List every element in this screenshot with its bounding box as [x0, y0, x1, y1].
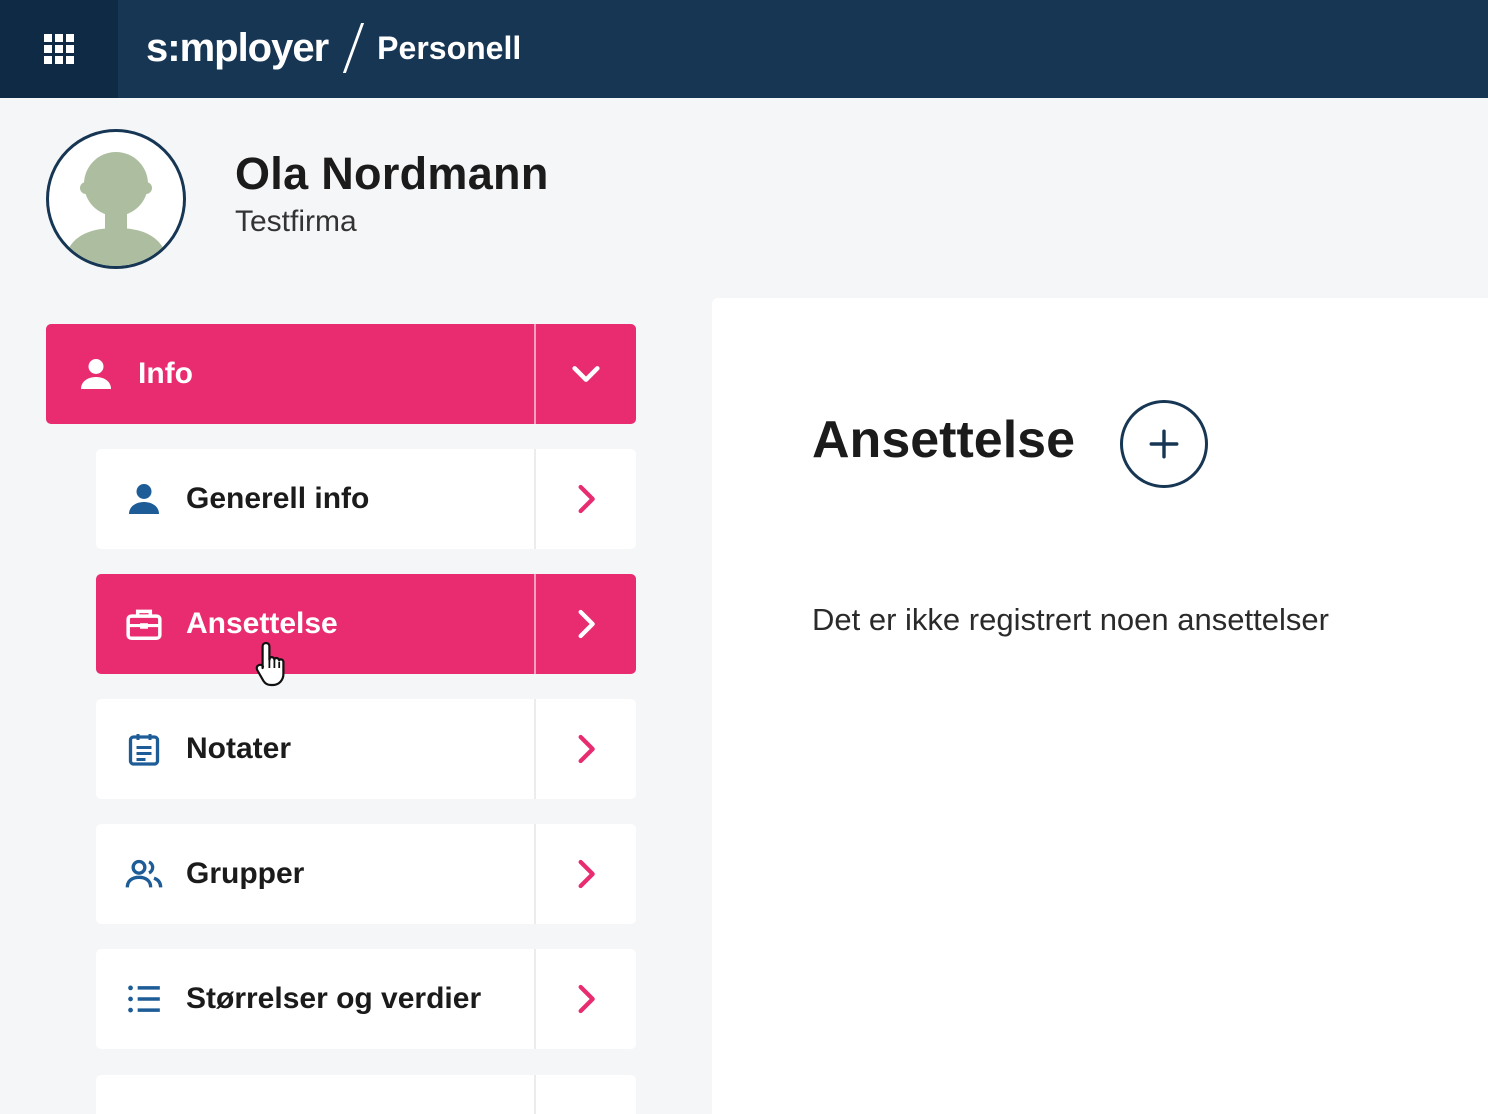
notes-icon	[124, 729, 164, 769]
brand: s:mployer Personell	[146, 18, 521, 78]
module-title[interactable]: Personell	[377, 30, 521, 67]
menu-item-notater[interactable]: Notater	[96, 699, 636, 799]
chevron-right-icon	[578, 859, 595, 889]
plus-icon	[1149, 429, 1179, 459]
empty-state-message: Det er ikke registrert noen ansettelser	[812, 602, 1329, 637]
menu-item-label: Størrelser og verdier	[186, 982, 482, 1015]
menu-item-grupper[interactable]: Grupper	[96, 824, 636, 924]
avatar	[46, 129, 186, 269]
person-placeholder-icon	[63, 152, 169, 266]
add-employment-button[interactable]	[1120, 400, 1208, 488]
menu-item-arrow[interactable]	[534, 949, 636, 1049]
menu-item-next[interactable]	[96, 1075, 636, 1114]
menu-item-arrow[interactable]	[534, 1075, 636, 1114]
chevron-right-icon	[578, 484, 595, 514]
user-icon	[76, 354, 116, 394]
menu-item-label: Ansettelse	[186, 607, 338, 640]
employee-name: Ola Nordmann	[235, 148, 549, 199]
chevron-right-icon	[578, 984, 595, 1014]
simployer-logo[interactable]: s:mployer	[146, 26, 329, 71]
menu-item-storrelser-og-verdier[interactable]: Størrelser og verdier	[96, 949, 636, 1049]
menu-item-label: Notater	[186, 732, 292, 765]
menu-item-arrow[interactable]	[534, 574, 636, 674]
user-icon	[124, 479, 164, 519]
chevron-down-icon	[572, 366, 600, 382]
group-icon	[124, 854, 164, 894]
menu-info-label: Info	[138, 357, 193, 390]
menu-item-label: Grupper	[186, 857, 305, 890]
content-panel: Ansettelse Det er ikke registrert noen a…	[712, 298, 1488, 1114]
list-icon	[124, 979, 164, 1019]
employee-company: Testfirma	[235, 205, 357, 238]
menu-info-toggle[interactable]	[534, 324, 636, 424]
brand-separator	[343, 23, 365, 73]
menu-item-arrow[interactable]	[534, 699, 636, 799]
top-bar: s:mployer Personell	[0, 0, 1488, 98]
briefcase-icon	[124, 604, 164, 644]
menu-item-arrow[interactable]	[534, 824, 636, 924]
menu-item-generell-info[interactable]: Generell info	[96, 449, 636, 549]
grid-icon	[44, 34, 74, 64]
menu-info[interactable]: Info	[46, 324, 636, 424]
menu-item-ansettelse[interactable]: Ansettelse	[96, 574, 636, 674]
menu-item-label: Generell info	[186, 482, 370, 515]
apps-menu-button[interactable]	[0, 0, 118, 98]
chevron-right-icon	[578, 734, 595, 764]
chevron-right-icon	[578, 609, 595, 639]
menu-item-arrow[interactable]	[534, 449, 636, 549]
hand-cursor-icon	[255, 641, 285, 687]
section-title: Ansettelse	[812, 411, 1075, 469]
